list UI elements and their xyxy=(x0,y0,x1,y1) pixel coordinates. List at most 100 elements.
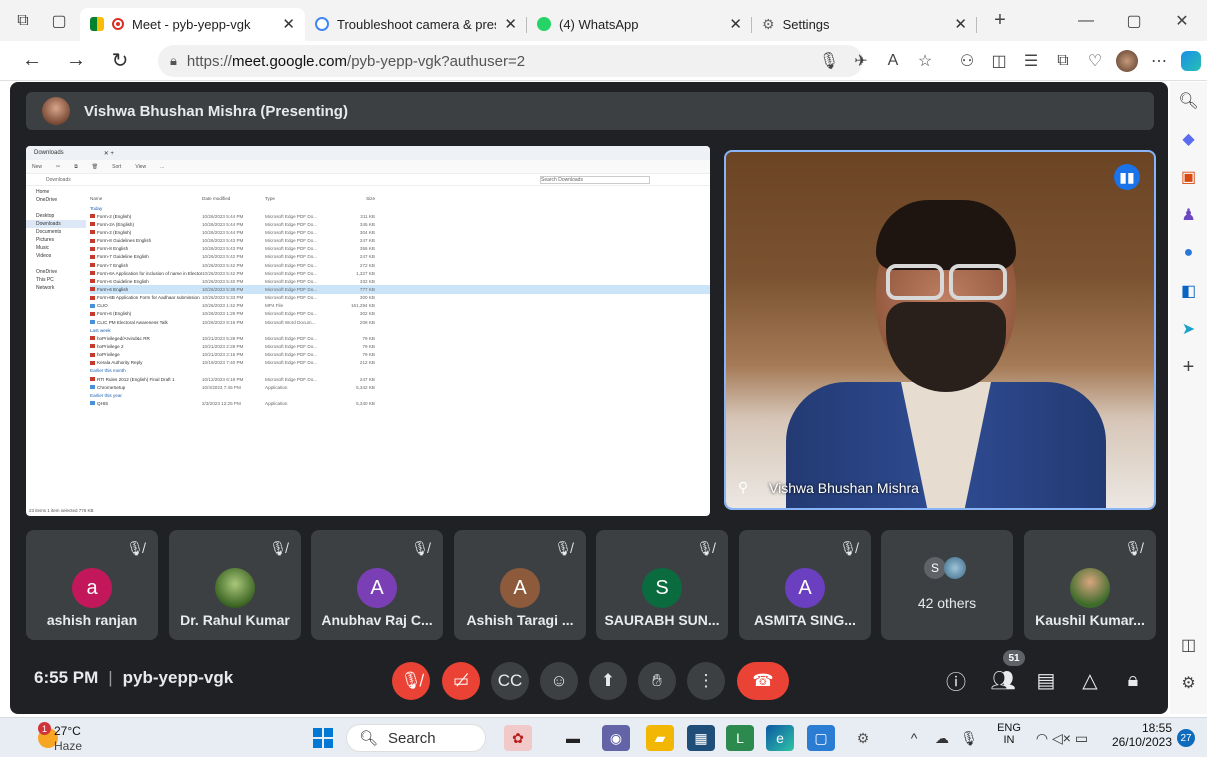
show-hidden-icons[interactable]: ^ xyxy=(900,725,928,751)
extensions-icon[interactable]: ⚇ xyxy=(951,45,983,77)
split-screen-icon[interactable]: ◫ xyxy=(983,45,1015,77)
more-options-button[interactable]: ⋮ xyxy=(687,662,725,700)
participant-avatar: A xyxy=(785,568,825,608)
favorites-icon[interactable]: ☰ xyxy=(1015,45,1047,77)
file-explorer-icon[interactable]: ▰ xyxy=(646,725,674,751)
favorite-star-icon[interactable]: ☆ xyxy=(909,45,941,77)
mic-off-button[interactable]: 🎙︎̸ xyxy=(392,662,430,700)
fe-rows: Today Form-2 (English) 10/26/2023 5:44 PM M… xyxy=(90,204,710,408)
leave-call-button[interactable]: ☎ xyxy=(737,662,789,700)
taskbar-search[interactable]: 🔍︎ Search xyxy=(346,724,486,752)
participant-tile[interactable]: 🎙︎̸ A Ashish Taragi ... xyxy=(454,530,586,640)
fe-title-bar: Downloads ✕ + xyxy=(26,146,710,160)
host-controls-icon[interactable]: 🔒︎ xyxy=(1115,662,1151,698)
tab-actions-icon[interactable]: ▢ xyxy=(46,8,72,34)
add-sidebar-plus-icon[interactable]: + xyxy=(1170,348,1207,386)
profile-avatar[interactable] xyxy=(1111,45,1143,77)
tab-whatsapp[interactable]: (4) WhatsApp ✕ xyxy=(527,8,752,41)
tab-meet[interactable]: Meet - pyb-yepp-vgk ✕ xyxy=(80,7,305,41)
window-close-icon[interactable]: ✕ xyxy=(1169,8,1195,34)
shared-screen[interactable]: Downloads ✕ + New ✂ ⧉ 🗑︎ Sort View ... Do… xyxy=(26,146,710,516)
participant-tile[interactable]: 🎙︎̸ Dr. Rahul Kumar xyxy=(169,530,301,640)
new-tab-plus-icon[interactable]: + xyxy=(987,8,1013,34)
muted-mic-icon: 🎙︎̸ xyxy=(554,540,572,556)
task-view-icon[interactable]: ▬ xyxy=(559,725,587,751)
participant-tile[interactable]: 🎙︎̸ Kaushil Kumar... xyxy=(1024,530,1156,640)
reload-icon[interactable]: ↻ xyxy=(104,45,136,77)
pin-icon[interactable]: ⚲ xyxy=(738,479,748,496)
performance-icon[interactable]: ♡ xyxy=(1079,45,1111,77)
people-icon[interactable]: 👥︎ xyxy=(985,662,1021,698)
meeting-details-icon[interactable]: ⓘ xyxy=(938,662,974,698)
tab-close-icon[interactable]: ✕ xyxy=(282,15,295,33)
outlook-icon[interactable]: ◧ xyxy=(1170,272,1207,310)
microsoft365-icon[interactable]: ● xyxy=(1170,234,1207,272)
app-l-icon[interactable]: L xyxy=(726,725,754,751)
sidebar-settings-icon[interactable]: ⚙ xyxy=(1170,664,1207,702)
fe-file-name-cell: Form-2 (English) xyxy=(90,230,202,235)
edge-icon[interactable]: e xyxy=(766,725,794,751)
clock[interactable]: 18:55 26/10/2023 xyxy=(1108,721,1172,749)
copilot-icon[interactable] xyxy=(1175,45,1207,77)
fe-file-name: Form-8 English xyxy=(97,246,129,252)
tracking-icon[interactable]: ✈ xyxy=(845,45,877,77)
fe-file-name-cell: hoPrivileged/Arvind&c RR xyxy=(90,336,202,341)
taskbar-search-label: Search xyxy=(388,729,436,747)
tools-briefcase-icon[interactable]: ▣ xyxy=(1170,158,1207,196)
onedrive-cloud-icon[interactable]: ☁ xyxy=(928,725,956,751)
teams-icon[interactable]: ◉ xyxy=(602,725,630,751)
more-menu-icon[interactable]: ⋯ xyxy=(1143,45,1175,77)
forward-arrow-icon[interactable]: → xyxy=(60,45,92,77)
settings-gear-icon[interactable]: ⚙ xyxy=(849,725,877,751)
presenter-camera-tile[interactable]: ▮▮ ⚲ Vishwa Bhushan Mishra xyxy=(724,150,1156,510)
tab-troubleshoot[interactable]: Troubleshoot camera & presenta ✕ xyxy=(305,8,527,41)
present-screen-button[interactable]: ⬆ xyxy=(589,662,627,700)
read-aloud-icon[interactable]: A xyxy=(877,45,909,77)
participant-tile[interactable]: 🎙︎̸ a ashish ranjan xyxy=(26,530,158,640)
participant-tile[interactable]: 🎙︎̸ S SAURABH SUN... xyxy=(596,530,728,640)
captions-button[interactable]: CC xyxy=(491,662,529,700)
drop-icon[interactable]: ➤ xyxy=(1170,310,1207,348)
collections-icon[interactable]: ⧉ xyxy=(1047,45,1079,77)
search-icon[interactable]: 🔍︎ xyxy=(1170,82,1207,120)
workspaces-icon[interactable]: ⧉ xyxy=(10,8,36,34)
emoji-reactions-button[interactable]: ☺ xyxy=(540,662,578,700)
fe-file-type: Microsoft Edge PDF Do... xyxy=(265,262,318,268)
mic-tray-icon[interactable]: 🎙︎ xyxy=(955,725,983,751)
chat-icon[interactable]: ▤ xyxy=(1028,662,1064,698)
activities-icon[interactable]: △ xyxy=(1072,662,1108,698)
tab-close-icon[interactable]: ✕ xyxy=(954,15,967,33)
meet-stage: Vishwa Bhushan Mishra (Presenting) Downl… xyxy=(10,82,1168,714)
weather-widget[interactable]: 1 27°C Haze xyxy=(38,722,128,754)
url-path: /pyb-yepp-vgk?authuser=2 xyxy=(347,52,526,70)
participant-name: Anubhav Raj C... xyxy=(321,612,433,628)
restore-icon[interactable]: ▢ xyxy=(1121,8,1147,34)
participant-tile[interactable]: 🎙︎̸ A ASMITA SING... xyxy=(739,530,871,640)
participant-tile[interactable]: 🎙︎̸ A Anubhav Raj C... xyxy=(311,530,443,640)
microphone-icon[interactable]: 🎙︎ xyxy=(813,45,845,77)
language-indicator[interactable]: ENG IN xyxy=(994,722,1024,746)
fe-file-date: 10/21/2023 2:28 PM xyxy=(202,343,244,349)
diwali-widget-icon[interactable]: ✿ xyxy=(504,725,532,751)
app-square-icon[interactable]: ▢ xyxy=(807,725,835,751)
tab-settings[interactable]: ⚙ Settings ✕ xyxy=(752,8,977,41)
camera-off-button[interactable]: ▭̸ xyxy=(442,662,480,700)
others-tile[interactable]: S 42 others xyxy=(881,530,1013,640)
back-arrow-icon[interactable]: ← xyxy=(16,45,48,77)
fe-file-type: Application xyxy=(265,384,288,390)
start-windows-icon[interactable] xyxy=(309,725,337,751)
shopping-tag-icon[interactable]: ◆ xyxy=(1170,120,1207,158)
fe-file-name: Kerala Authority Reply xyxy=(97,360,143,366)
url-field[interactable]: 🔒︎ https://meet.google.com/pyb-yepp-vgk?… xyxy=(158,45,863,77)
minimize-icon[interactable]: — xyxy=(1073,8,1099,34)
store-icon[interactable]: ▦ xyxy=(687,725,715,751)
wifi-volume-battery-icons[interactable]: ◠ ◁× ▭ xyxy=(1032,725,1092,751)
tab-close-icon[interactable]: ✕ xyxy=(729,15,742,33)
participant-avatar: A xyxy=(500,568,540,608)
fe-toolbar-new: New xyxy=(32,163,43,170)
notification-badge[interactable]: 27 xyxy=(1177,729,1195,747)
tab-close-icon[interactable]: ✕ xyxy=(504,15,517,33)
games-icon[interactable]: ♟ xyxy=(1170,196,1207,234)
hide-sidebar-icon[interactable]: ◫ xyxy=(1170,626,1207,664)
raise-hand-button[interactable]: ✋︎ xyxy=(638,662,676,700)
